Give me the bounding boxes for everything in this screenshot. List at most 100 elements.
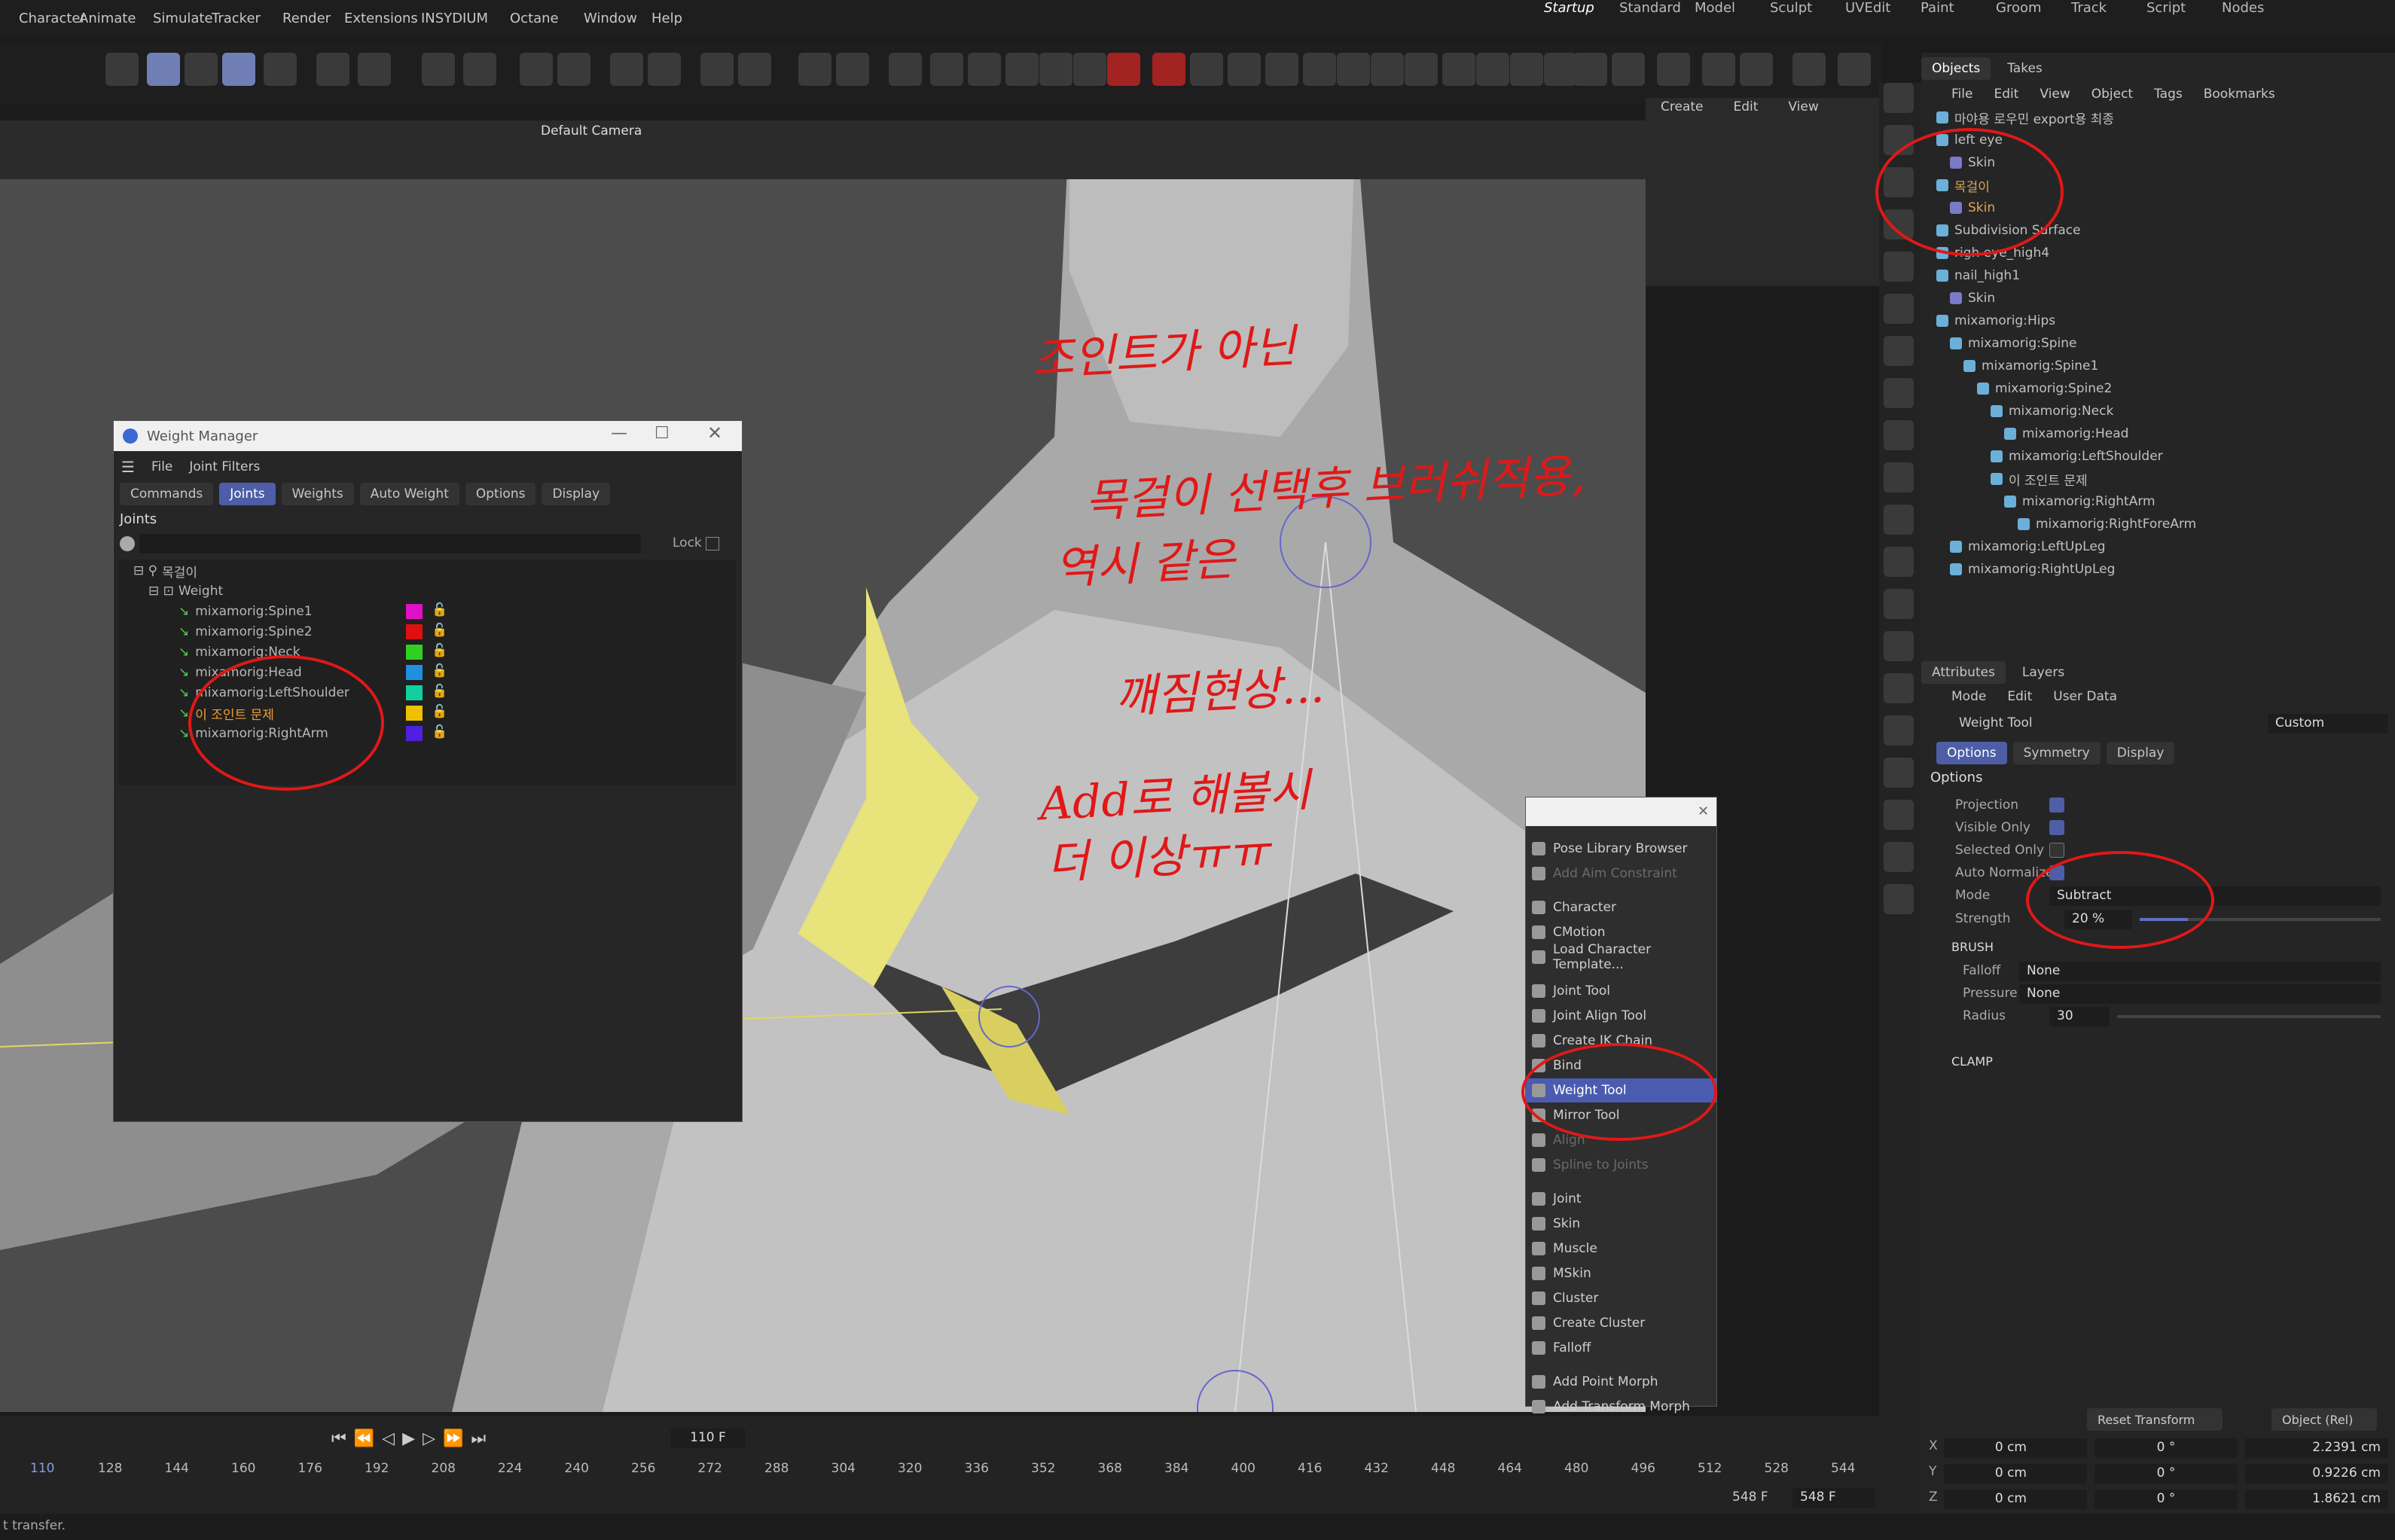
toolbar-tool-icon[interactable] bbox=[1657, 53, 1690, 86]
coord-button[interactable]: Reset Transform bbox=[2087, 1408, 2223, 1431]
wm-tab-display[interactable]: Display bbox=[542, 483, 611, 505]
toolbar-tool-icon[interactable] bbox=[1337, 53, 1370, 86]
sidebar-tool-icon[interactable] bbox=[1884, 673, 1914, 703]
object-row[interactable]: mixamorig:Head bbox=[2004, 423, 2128, 444]
toolbar-tool-icon[interactable] bbox=[185, 53, 218, 86]
toolbar-tool-icon[interactable] bbox=[520, 53, 553, 86]
joint-color-swatch[interactable] bbox=[406, 645, 423, 660]
toolbar-tool-icon[interactable] bbox=[1265, 53, 1298, 86]
context-menu-item-falloff[interactable]: Falloff bbox=[1526, 1336, 1716, 1360]
toolbar-tool-icon[interactable] bbox=[1190, 53, 1223, 86]
menu-octane[interactable]: Octane bbox=[510, 11, 559, 26]
clamp-heading[interactable]: CLAMP bbox=[1951, 1054, 1993, 1069]
sidebar-tool-icon[interactable] bbox=[1884, 462, 1914, 492]
toolbar-tool-icon[interactable] bbox=[648, 53, 681, 86]
weight-manager-titlebar[interactable]: Weight Manager — ☐ ✕ bbox=[114, 421, 742, 451]
sidebar-tool-icon[interactable] bbox=[1884, 505, 1914, 535]
sidebar-tool-icon[interactable] bbox=[1884, 715, 1914, 746]
objects-menu-object[interactable]: Object bbox=[2091, 87, 2133, 102]
context-menu-item-muscle[interactable]: Muscle bbox=[1526, 1237, 1716, 1261]
object-row[interactable]: 이 조인트 문제 bbox=[1991, 468, 2088, 489]
transport-button-icon[interactable]: ⏪ bbox=[354, 1429, 374, 1448]
context-menu-item-pose-library-browser[interactable]: Pose Library Browser bbox=[1526, 837, 1716, 861]
coord-size-field[interactable]: 0.9226 cm bbox=[2245, 1464, 2388, 1484]
joint-color-swatch[interactable] bbox=[406, 604, 423, 619]
toolbar-tool-icon[interactable] bbox=[968, 53, 1001, 86]
toolbar-tool-icon[interactable] bbox=[798, 53, 831, 86]
object-row[interactable]: nail_high1 bbox=[1936, 265, 2020, 286]
toolbar-tool-icon[interactable] bbox=[1005, 53, 1039, 86]
toolbar-tool-icon[interactable] bbox=[1544, 53, 1577, 86]
toolbar-tool-icon[interactable] bbox=[1510, 53, 1543, 86]
toolbar-tool-icon[interactable] bbox=[1371, 53, 1404, 86]
objects-menu-view[interactable]: View bbox=[2040, 87, 2070, 102]
falloff-select[interactable]: None bbox=[2019, 962, 2381, 981]
viewport-menu-edit[interactable]: Edit bbox=[1734, 99, 1759, 114]
clear-search-icon[interactable] bbox=[120, 536, 135, 551]
layout-tab-groom[interactable]: Groom bbox=[1996, 0, 2042, 16]
wm-tab-weights[interactable]: Weights bbox=[281, 483, 354, 505]
toolbar-tool-icon[interactable] bbox=[1702, 53, 1735, 86]
wm-menu-joint-filters[interactable]: Joint Filters bbox=[189, 459, 260, 474]
close-icon[interactable]: ✕ bbox=[707, 422, 722, 444]
joint-lock-icon[interactable]: 🔓 bbox=[432, 704, 447, 719]
sidebar-tool-icon[interactable] bbox=[1884, 842, 1914, 872]
minimize-icon[interactable]: — bbox=[611, 424, 627, 443]
sidebar-tool-icon[interactable] bbox=[1884, 336, 1914, 366]
toolbar-tool-icon[interactable] bbox=[930, 53, 963, 86]
toolbar-tool-icon[interactable] bbox=[1792, 53, 1826, 86]
current-frame-marker[interactable]: 110 bbox=[30, 1461, 54, 1476]
toolbar-tool-icon[interactable] bbox=[1152, 53, 1185, 86]
joint-lock-icon[interactable]: 🔓 bbox=[432, 623, 447, 638]
layout-tab-standard[interactable]: Standard bbox=[1619, 0, 1681, 16]
toolbar-tool-icon[interactable] bbox=[700, 53, 734, 86]
joint-color-swatch[interactable] bbox=[406, 706, 423, 721]
joint-lock-icon[interactable]: 🔓 bbox=[432, 643, 447, 658]
sidebar-tool-icon[interactable] bbox=[1884, 631, 1914, 661]
sidebar-tool-icon[interactable] bbox=[1884, 547, 1914, 577]
toolbar-tool-icon[interactable] bbox=[1228, 53, 1261, 86]
toolbar-tool-icon[interactable] bbox=[738, 53, 771, 86]
radius-slider[interactable] bbox=[2117, 1015, 2381, 1018]
projection-checkbox[interactable] bbox=[2049, 797, 2064, 813]
context-menu-item-skin[interactable]: Skin bbox=[1526, 1212, 1716, 1236]
layout-tab-paint[interactable]: Paint bbox=[1921, 0, 1954, 16]
joint-lock-icon[interactable]: 🔓 bbox=[432, 724, 447, 740]
context-menu-item-character[interactable]: Character bbox=[1526, 895, 1716, 919]
object-row[interactable]: mixamorig:Spine1 bbox=[1963, 355, 2098, 377]
toolbar-tool-icon[interactable] bbox=[222, 53, 255, 86]
menu-extensions[interactable]: Extensions bbox=[344, 11, 418, 26]
object-row[interactable]: Skin bbox=[1950, 288, 1995, 309]
visible-only-checkbox[interactable] bbox=[2049, 820, 2064, 835]
objects-menu-bookmarks[interactable]: Bookmarks bbox=[2204, 87, 2275, 102]
context-menu-item-cluster[interactable]: Cluster bbox=[1526, 1286, 1716, 1310]
sidebar-tool-icon[interactable] bbox=[1884, 800, 1914, 830]
selected-only-checkbox[interactable] bbox=[2049, 843, 2064, 858]
toolbar-tool-icon[interactable] bbox=[358, 53, 391, 86]
context-menu-item-cmotion[interactable]: CMotion bbox=[1526, 920, 1716, 944]
toolbar-tool-icon[interactable] bbox=[264, 53, 297, 86]
joint-lock-icon[interactable]: 🔓 bbox=[432, 684, 447, 699]
maximize-icon[interactable]: ☐ bbox=[654, 424, 670, 443]
subtab-symmetry[interactable]: Symmetry bbox=[2012, 742, 2101, 764]
object-row[interactable]: mixamorig:Spine bbox=[1950, 333, 2077, 354]
wm-tab-auto-weight[interactable]: Auto Weight bbox=[359, 483, 459, 505]
objects-tab-objects[interactable]: Objects bbox=[1921, 57, 1991, 80]
menu-help[interactable]: Help bbox=[651, 11, 682, 26]
viewport-menu-create[interactable]: Create bbox=[1661, 99, 1704, 114]
context-menu-item-joint-align-tool[interactable]: Joint Align Tool bbox=[1526, 1004, 1716, 1028]
menu-character[interactable]: Character bbox=[19, 11, 86, 26]
radius-field[interactable]: 30 bbox=[2049, 1007, 2110, 1026]
toolbar-tool-icon[interactable] bbox=[105, 53, 139, 86]
toolbar-tool-icon[interactable] bbox=[1039, 53, 1072, 86]
joint-row[interactable]: ↘ mixamorig:Spine1 bbox=[178, 602, 721, 621]
joint-color-swatch[interactable] bbox=[406, 624, 423, 639]
context-menu-item-mskin[interactable]: MSkin bbox=[1526, 1261, 1716, 1285]
toolbar-tool-icon[interactable] bbox=[316, 53, 349, 86]
object-row[interactable]: mixamorig:Spine2 bbox=[1977, 378, 2112, 399]
layout-tab-sculpt[interactable]: Sculpt bbox=[1770, 0, 1812, 16]
attributes-menu-edit[interactable]: Edit bbox=[2007, 689, 2032, 704]
toolbar-tool-icon[interactable] bbox=[1303, 53, 1336, 86]
camera-label[interactable]: Default Camera bbox=[541, 124, 642, 139]
context-menu-close-icon[interactable]: ✕ bbox=[1698, 804, 1709, 819]
